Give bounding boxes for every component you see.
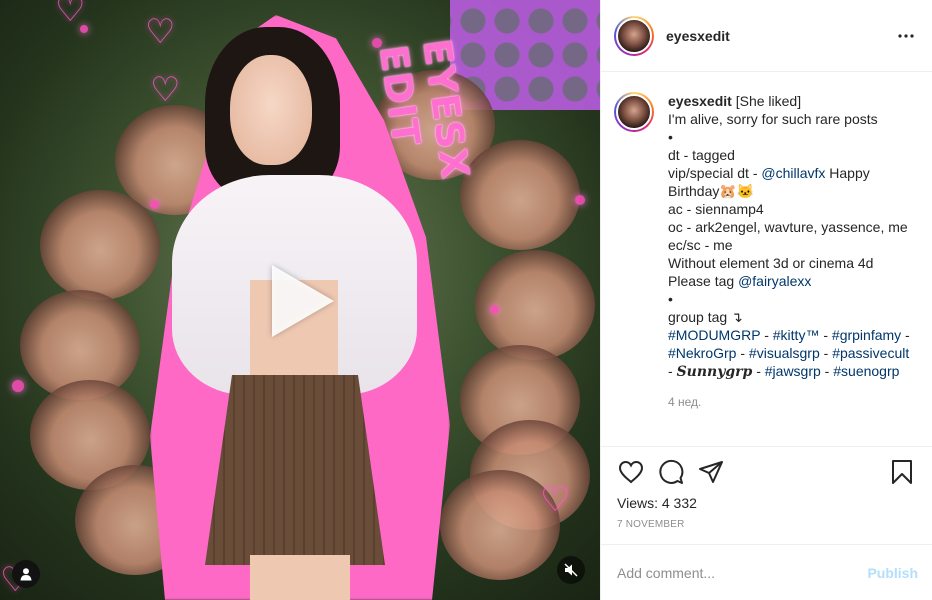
caption-line: •	[668, 129, 673, 145]
hashtag-link[interactable]: #visualsgrp	[749, 345, 820, 361]
caption-avatar[interactable]	[614, 92, 654, 132]
hashtag-link[interactable]: #grpinfamy	[832, 327, 901, 343]
hashtag-link[interactable]: #suenogrp	[833, 363, 899, 379]
mention-link[interactable]: @chillavfx	[761, 165, 825, 181]
subject-legs	[250, 555, 350, 600]
save-button[interactable]	[888, 458, 916, 486]
caption-time-ago[interactable]: 4 нед.	[668, 393, 916, 411]
more-options-button[interactable]	[894, 24, 918, 48]
caption-line: group tag ↴	[668, 309, 743, 325]
heart-sticker-icon: ♡	[540, 481, 571, 519]
hashtag-link[interactable]: #kitty™	[773, 327, 820, 343]
header-username[interactable]: eyesxedit	[666, 28, 894, 44]
caption-hashtags: #MODUMGRP - #kitty™ - #grpinfamy - #Nekr…	[668, 327, 910, 380]
comment-input[interactable]	[617, 564, 868, 581]
caption-tag-line: Please tag @fairyalexx	[668, 273, 812, 289]
caption-vip-line: vip/special dt - @chillavfx Happy Birthd…	[668, 165, 870, 199]
user-tag-icon	[20, 568, 32, 581]
heart-icon	[618, 460, 644, 484]
caption-line: ec/sc - me	[668, 237, 733, 253]
caption-username[interactable]: eyesxedit	[668, 93, 732, 109]
post-header: eyesxedit	[601, 0, 932, 72]
bookmark-icon	[892, 460, 912, 484]
caption: eyesxedit [She liked] I'm alive, sorry f…	[614, 92, 916, 411]
hashtag-link[interactable]: #MODUMGRP	[668, 327, 760, 343]
caption-line: oc - ark2engel, wavture, yassence, me	[668, 219, 908, 235]
caption-line: dt - tagged	[668, 147, 735, 163]
views-count[interactable]: Views: 4 332	[617, 495, 916, 511]
subject-skirt	[205, 375, 385, 565]
birthday-emoji: 🐹🐱	[719, 183, 755, 199]
comments-section: eyesxedit [She liked] I'm alive, sorry f…	[601, 72, 932, 446]
play-icon[interactable]	[272, 265, 334, 337]
comment-icon	[659, 459, 684, 484]
caption-line: Without element 3d or cinema 4d	[668, 255, 874, 271]
share-button[interactable]	[697, 458, 725, 486]
caption-line: I'm alive, sorry for such rare posts	[668, 111, 878, 127]
caption-text: eyesxedit [She liked] I'm alive, sorry f…	[668, 92, 916, 411]
avatar[interactable]	[614, 15, 654, 56]
mute-button[interactable]	[557, 556, 585, 584]
post-date: 7 NOVEMBER	[617, 519, 685, 530]
mention-link[interactable]: @fairyalexx	[738, 273, 811, 289]
hashtag-link[interactable]: #passivecult	[832, 345, 909, 361]
post-video[interactable]: ♡ ♡ ♡ ♡ ♡ EYESX EDIT	[0, 0, 600, 600]
post-actions: Views: 4 332 7 NOVEMBER	[601, 446, 932, 544]
sparkle-dot	[80, 25, 88, 33]
user-tag-button[interactable]	[12, 560, 40, 588]
hashtag-link[interactable]: #NekroGrp	[668, 345, 736, 361]
caption-line: •	[668, 291, 673, 307]
more-icon	[898, 33, 914, 38]
sparkle-dot	[12, 380, 24, 392]
subject-face	[230, 55, 312, 165]
comment-button[interactable]	[657, 458, 685, 486]
add-comment-bar: Publish	[601, 544, 932, 600]
hashtag-link[interactable]: #jawsgrp	[765, 363, 821, 379]
action-icons-row	[617, 457, 916, 487]
post-side-panel: eyesxedit eyesxedit [She liked] I'm aliv…	[600, 0, 932, 600]
publish-button[interactable]: Publish	[867, 565, 918, 581]
sparkle-dot	[575, 195, 585, 205]
muted-speaker-icon	[564, 563, 578, 577]
caption-line: ac - siennamp4	[668, 201, 764, 217]
background-face	[40, 190, 160, 300]
caption-line: [She liked]	[735, 93, 802, 109]
sparkle-dot	[490, 305, 499, 314]
like-button[interactable]	[617, 458, 645, 486]
fancy-group-name: 𝑺𝒖𝒏𝒏𝒚𝒈𝒓𝒑	[676, 364, 753, 380]
instagram-post: ♡ ♡ ♡ ♡ ♡ EYESX EDIT	[0, 0, 932, 600]
share-icon	[699, 461, 723, 483]
